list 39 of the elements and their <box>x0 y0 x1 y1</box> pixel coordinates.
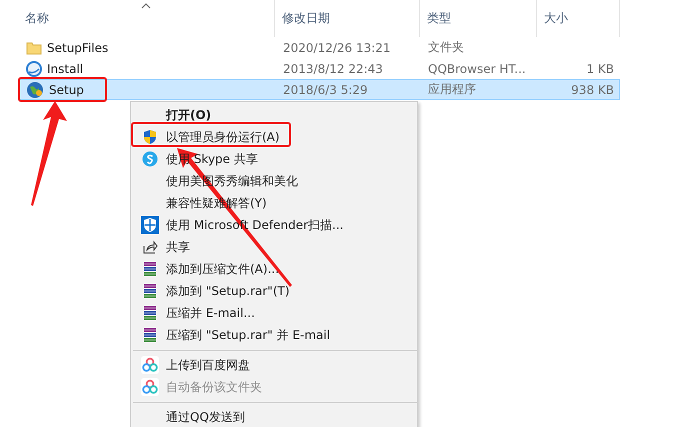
file-type: 应用程序 <box>427 81 477 98</box>
file-row[interactable]: Setup 2018/6/3 5:29 应用程序 938 KB <box>18 79 620 100</box>
folder-icon <box>26 40 42 54</box>
shield-icon <box>141 216 159 234</box>
column-header[interactable]: 大小 <box>537 0 620 37</box>
file-name: Setup <box>49 82 84 96</box>
archive-icon <box>142 283 158 299</box>
file-date: 2018/6/3 5:29 <box>282 82 369 96</box>
file-type: QQBrowser HT... <box>427 62 527 76</box>
menu-item[interactable]: 打开(O) <box>131 104 417 126</box>
file-name: Install <box>47 62 84 76</box>
menu-item[interactable]: 共享 <box>131 236 417 258</box>
menu-item[interactable]: 通过QQ发送到 <box>131 406 417 427</box>
menu-item[interactable]: 上传到百度网盘 <box>131 354 417 376</box>
archive-icon <box>142 305 158 321</box>
column-header[interactable]: 类型 <box>420 0 537 37</box>
column-header[interactable]: 修改日期 <box>275 0 420 37</box>
file-type: 文件夹 <box>427 39 465 56</box>
column-header[interactable]: 名称 <box>18 0 275 37</box>
archive-icon <box>142 327 158 343</box>
file-row[interactable]: SetupFiles 2020/12/26 13:21 文件夹 <box>18 37 620 58</box>
archive-icon <box>142 261 158 277</box>
file-name: SetupFiles <box>47 40 108 54</box>
cloud-icon <box>141 356 159 374</box>
skype-icon <box>142 151 158 167</box>
file-date: 2013/8/12 22:43 <box>282 62 384 76</box>
menu-item[interactable]: 压缩并 E-mail... <box>131 302 417 324</box>
cloud-icon <box>141 378 159 396</box>
menu-item[interactable]: 以管理员身份运行(A) <box>131 126 417 148</box>
shield-icon <box>142 129 158 145</box>
globe-icon <box>26 80 44 98</box>
file-size: 1 KB <box>586 62 614 76</box>
menu-item[interactable]: 添加到 "Setup.rar"(T) <box>131 280 417 302</box>
globe-icon <box>26 60 42 76</box>
file-size: 938 KB <box>571 82 614 96</box>
file-row[interactable]: Install 2013/8/12 22:43 QQBrowser HT... 1 KB <box>18 58 620 79</box>
file-date: 2020/12/26 13:21 <box>282 40 392 54</box>
share-icon <box>142 239 158 255</box>
menu-item[interactable]: 压缩到 "Setup.rar" 并 E-mail <box>131 324 417 346</box>
